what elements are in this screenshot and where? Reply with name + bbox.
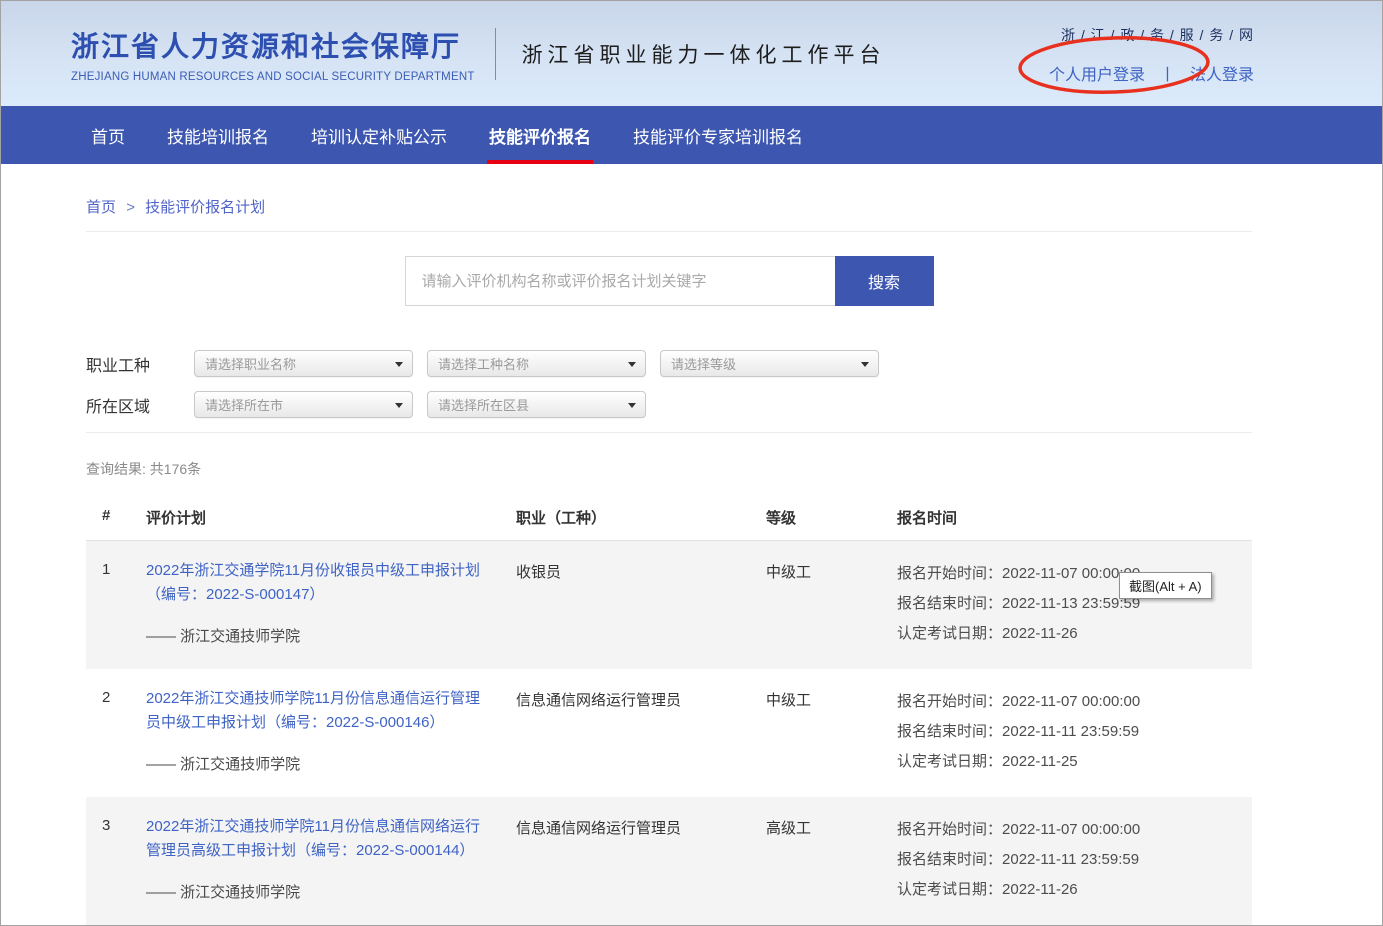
- organization: —— 浙江交通技师学院: [146, 881, 488, 902]
- department-name-en: ZHEJIANG HUMAN RESOURCES AND SOCIAL SECU…: [71, 71, 475, 83]
- exam-date: 2022-11-26: [1002, 625, 1078, 642]
- department-name-cn: 浙江省人力资源和社会保障厅: [71, 25, 475, 65]
- level: 中级工: [756, 687, 889, 777]
- occupation: 收银员: [506, 559, 756, 649]
- platform-title: 浙江省职业能力一体化工作平台: [522, 39, 886, 69]
- breadcrumb: 首页 > 技能评价报名计划: [86, 196, 1252, 217]
- select-district[interactable]: 请选择所在区县: [427, 391, 646, 418]
- site-header: 浙江省人力资源和社会保障厅 ZHEJIANG HUMAN RESOURCES A…: [1, 1, 1382, 106]
- gov-service-net-label: 浙 / 江 / 政 / 务 / 服 / 务 / 网: [1049, 25, 1254, 45]
- nav-item-skill-evaluation-signup[interactable]: 技能评价报名: [489, 106, 591, 164]
- result-count: 查询结果: 共176条: [86, 459, 1252, 479]
- col-header-index: #: [86, 507, 146, 528]
- select-occupation-name[interactable]: 请选择职业名称: [194, 350, 413, 377]
- col-header-plan: 评价计划: [146, 507, 506, 528]
- search-input[interactable]: [405, 256, 835, 306]
- end-time: 2022-11-11 23:59:59: [1002, 851, 1139, 868]
- start-time: 2022-11-07 00:00:00: [1002, 821, 1140, 838]
- select-city[interactable]: 请选择所在市: [194, 391, 413, 418]
- row-index: 1: [86, 559, 146, 649]
- header-divider: [495, 28, 496, 80]
- select-level[interactable]: 请选择等级: [660, 350, 879, 377]
- plan-cell: 2022年浙江交通技师学院11月份信息通信运行管理员中级工申报计划（编号：202…: [146, 687, 506, 777]
- legal-login-link[interactable]: 法人登录: [1190, 67, 1254, 84]
- filter-row-occupation: 职业工种 请选择职业名称 请选择工种名称 请选择等级: [86, 350, 1252, 377]
- breadcrumb-separator: >: [126, 199, 135, 216]
- filter-section: 职业工种 请选择职业名称 请选择工种名称 请选择等级 所在区域 请选择所在市: [86, 350, 1252, 418]
- level: 中级工: [756, 559, 889, 649]
- row-index: 3: [86, 815, 146, 905]
- chevron-down-icon: [395, 362, 403, 367]
- signup-times: 报名开始时间：2022-11-07 00:00:00 报名结束时间：2022-1…: [889, 815, 1252, 905]
- filter-row-region: 所在区域 请选择所在市 请选择所在区县: [86, 391, 1252, 418]
- breadcrumb-home-link[interactable]: 首页: [86, 199, 116, 216]
- table-row: 2 2022年浙江交通技师学院11月份信息通信运行管理员中级工申报计划（编号：2…: [86, 669, 1252, 797]
- chevron-down-icon: [861, 362, 869, 367]
- breadcrumb-current: 技能评价报名计划: [145, 199, 265, 216]
- search-button[interactable]: 搜索: [835, 256, 934, 306]
- organization: —— 浙江交通技师学院: [146, 625, 488, 646]
- col-header-signup-time: 报名时间: [889, 507, 1252, 528]
- col-header-occupation: 职业（工种）: [506, 507, 756, 528]
- login-separator: 丨: [1160, 67, 1176, 84]
- nav-item-home[interactable]: 首页: [91, 106, 125, 164]
- chevron-down-icon: [628, 362, 636, 367]
- main-nav: 首页 技能培训报名 培训认定补贴公示 技能评价报名 技能评价专家培训报名: [1, 106, 1382, 164]
- select-worktype-name[interactable]: 请选择工种名称: [427, 350, 646, 377]
- signup-times: 报名开始时间：2022-11-07 00:00:00 报名结束时间：2022-1…: [889, 687, 1252, 777]
- nav-item-training-signup[interactable]: 技能培训报名: [167, 106, 269, 164]
- row-index: 2: [86, 687, 146, 777]
- chevron-down-icon: [628, 403, 636, 408]
- occupation: 信息通信网络运行管理员: [506, 815, 756, 905]
- page-content: 首页 > 技能评价报名计划 搜索 职业工种 请选择职业名称 请选择工种名称: [1, 164, 1382, 926]
- filter-label-occupation: 职业工种: [86, 352, 194, 376]
- filter-label-region: 所在区域: [86, 393, 194, 417]
- exam-date: 2022-11-25: [1002, 753, 1078, 770]
- col-header-level: 等级: [756, 507, 889, 528]
- search-bar: 搜索: [86, 256, 1252, 306]
- occupation: 信息通信网络运行管理员: [506, 687, 756, 777]
- filter-divider: [86, 432, 1252, 433]
- browser-viewport: 浙江省人力资源和社会保障厅 ZHEJIANG HUMAN RESOURCES A…: [0, 0, 1383, 926]
- plan-link[interactable]: 2022年浙江交通技师学院11月份信息通信网络运行管理员高级工申报计划（编号：2…: [146, 815, 488, 863]
- table-row: 1 2022年浙江交通学院11月份收银员中级工申报计划（编号：2022-S-00…: [86, 541, 1252, 669]
- organization: —— 浙江交通技师学院: [146, 753, 488, 774]
- plan-table: # 评价计划 职业（工种） 等级 报名时间 1 2022年浙江交通学院11月份收…: [86, 507, 1252, 926]
- table-header: # 评价计划 职业（工种） 等级 报名时间: [86, 507, 1252, 541]
- plan-cell: 2022年浙江交通学院11月份收银员中级工申报计划（编号：2022-S-0001…: [146, 559, 506, 649]
- header-right: 浙 / 江 / 政 / 务 / 服 / 务 / 网 个人用户登录 丨 法人登录: [1049, 25, 1254, 85]
- plan-link[interactable]: 2022年浙江交通技师学院11月份信息通信运行管理员中级工申报计划（编号：202…: [146, 687, 488, 735]
- breadcrumb-divider: [86, 231, 1252, 232]
- end-time: 2022-11-11 23:59:59: [1002, 723, 1139, 740]
- start-time: 2022-11-07 00:00:00: [1002, 693, 1140, 710]
- personal-login-link[interactable]: 个人用户登录: [1049, 67, 1145, 84]
- exam-date: 2022-11-26: [1002, 881, 1078, 898]
- login-links: 个人用户登录 丨 法人登录: [1049, 61, 1254, 85]
- table-row: 3 2022年浙江交通技师学院11月份信息通信网络运行管理员高级工申报计划（编号…: [86, 797, 1252, 925]
- chevron-down-icon: [395, 403, 403, 408]
- level: 高级工: [756, 815, 889, 905]
- plan-link[interactable]: 2022年浙江交通学院11月份收银员中级工申报计划（编号：2022-S-0001…: [146, 559, 488, 607]
- screenshot-tooltip: 截图(Alt + A): [1119, 572, 1212, 599]
- nav-item-subsidy-publicity[interactable]: 培训认定补贴公示: [311, 106, 447, 164]
- nav-item-expert-training-signup[interactable]: 技能评价专家培训报名: [633, 106, 803, 164]
- plan-cell: 2022年浙江交通技师学院11月份信息通信网络运行管理员高级工申报计划（编号：2…: [146, 815, 506, 905]
- department-logo: 浙江省人力资源和社会保障厅 ZHEJIANG HUMAN RESOURCES A…: [71, 25, 475, 83]
